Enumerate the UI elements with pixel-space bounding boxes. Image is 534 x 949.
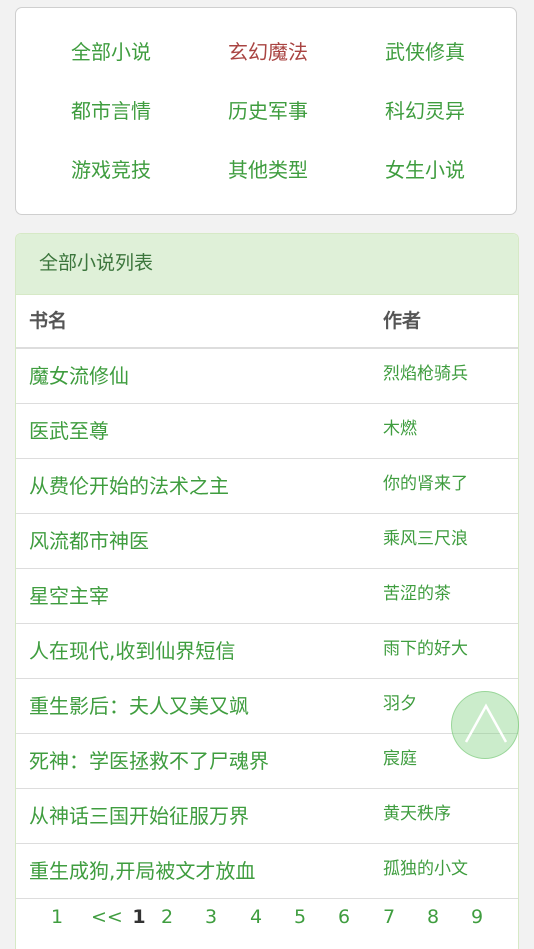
book-title-link[interactable]: 魔女流修仙 bbox=[29, 349, 129, 403]
category-link[interactable]: 游戏竞技 bbox=[32, 156, 190, 184]
category-link[interactable]: 历史军事 bbox=[189, 97, 347, 125]
book-author-link[interactable]: 孤独的小文 bbox=[383, 844, 468, 894]
table-row: 星空主宰 苦涩的茶 bbox=[16, 569, 518, 624]
pagination-page-link[interactable]: 8 bbox=[418, 902, 448, 932]
table-row: 重生影后：夫人又美又飒 羽夕 bbox=[16, 679, 518, 734]
book-title-link[interactable]: 从神话三国开始征服万界 bbox=[29, 789, 249, 843]
book-title-link[interactable]: 重生影后：夫人又美又飒 bbox=[29, 679, 249, 733]
pagination: 1<<1234567891010394 bbox=[16, 902, 518, 949]
category-grid: 全部小说 玄幻魔法 武侠修真都市言情 历史军事 科幻灵异游戏竞技 其他类型 女生小说 bbox=[16, 8, 516, 214]
category-link[interactable]: 全部小说 bbox=[32, 38, 190, 66]
category-link[interactable]: 其他类型 bbox=[189, 156, 347, 184]
chevron-up-icon bbox=[464, 703, 508, 743]
category-link[interactable]: 都市言情 bbox=[32, 97, 190, 125]
table-row: 人在现代,收到仙界短信 雨下的好大 bbox=[16, 624, 518, 679]
table-row: 从神话三国开始征服万界 黄天秩序 bbox=[16, 789, 518, 844]
table-header: 书名 作者 bbox=[16, 295, 518, 349]
pagination-first-link[interactable]: << bbox=[91, 902, 123, 932]
table-body: 魔女流修仙 烈焰枪骑兵医武至尊 木燃从费伦开始的法术之主 你的肾来了风流都市神医 乘风三… bbox=[16, 349, 518, 899]
category-link[interactable]: 玄幻魔法 bbox=[189, 38, 347, 66]
category-link[interactable]: 女生小说 bbox=[346, 156, 504, 184]
book-author-link[interactable]: 木燃 bbox=[383, 404, 417, 454]
category-link[interactable]: 武侠修真 bbox=[346, 38, 504, 66]
book-author-link[interactable]: 苦涩的茶 bbox=[383, 569, 451, 619]
table-row: 风流都市神医 乘风三尺浪 bbox=[16, 514, 518, 569]
pagination-page-link[interactable]: 4 bbox=[241, 902, 271, 932]
book-title-link[interactable]: 星空主宰 bbox=[29, 569, 109, 623]
book-author-link[interactable]: 羽夕 bbox=[383, 679, 417, 729]
novel-list-panel: 全部小说列表 书名 作者 魔女流修仙 烈焰枪骑兵医武至尊 木燃从费伦开始的法术之主 你… bbox=[15, 233, 519, 949]
table-row: 魔女流修仙 烈焰枪骑兵 bbox=[16, 349, 518, 404]
book-title-link[interactable]: 医武至尊 bbox=[29, 404, 109, 458]
pagination-page-link[interactable]: 10394 bbox=[294, 942, 354, 949]
category-panel: 全部小说 玄幻魔法 武侠修真都市言情 历史军事 科幻灵异游戏竞技 其他类型 女生小说 bbox=[15, 7, 517, 215]
book-author-link[interactable]: 烈焰枪骑兵 bbox=[383, 349, 468, 399]
book-title-link[interactable]: 死神：学医拯救不了尸魂界 bbox=[29, 734, 269, 788]
book-title-link[interactable]: 风流都市神医 bbox=[29, 514, 149, 568]
book-author-link[interactable]: 你的肾来了 bbox=[383, 459, 468, 509]
page: 全部小说 玄幻魔法 武侠修真都市言情 历史军事 科幻灵异游戏竞技 其他类型 女生小说 全部小… bbox=[0, 0, 534, 949]
book-author-link[interactable]: 宸庭 bbox=[383, 734, 417, 784]
book-title-link[interactable]: 重生成狗,开局被文才放血 bbox=[29, 844, 255, 898]
pagination-page-link[interactable]: 7 bbox=[374, 902, 404, 932]
book-title-link[interactable]: 从费伦开始的法术之主 bbox=[29, 459, 229, 513]
book-author-link[interactable]: 乘风三尺浪 bbox=[383, 514, 468, 564]
table-row: 死神：学医拯救不了尸魂界 宸庭 bbox=[16, 734, 518, 789]
pagination-page-link[interactable]: 9 bbox=[462, 902, 492, 932]
column-header-title: 书名 bbox=[29, 310, 68, 332]
pagination-page-link[interactable]: 3 bbox=[196, 902, 226, 932]
table-row: 医武至尊 木燃 bbox=[16, 404, 518, 459]
pagination-page-link[interactable]: 1 bbox=[42, 902, 72, 932]
pagination-page-link[interactable]: 1 bbox=[124, 902, 154, 932]
table-row: 重生成狗,开局被文才放血 孤独的小文 bbox=[16, 844, 518, 899]
panel-heading: 全部小说列表 bbox=[16, 234, 518, 295]
pagination-page-link[interactable]: 10 bbox=[184, 942, 208, 949]
book-title-link[interactable]: 人在现代,收到仙界短信 bbox=[29, 624, 235, 678]
back-to-top-button[interactable] bbox=[451, 691, 519, 759]
pagination-page-link[interactable]: 6 bbox=[329, 902, 359, 932]
table-row: 从费伦开始的法术之主 你的肾来了 bbox=[16, 459, 518, 514]
pagination-page-link[interactable]: 2 bbox=[152, 902, 182, 932]
book-author-link[interactable]: 黄天秩序 bbox=[383, 789, 451, 839]
pagination-page-link[interactable]: 5 bbox=[285, 902, 315, 932]
book-author-link[interactable]: 雨下的好大 bbox=[383, 624, 468, 674]
category-link[interactable]: 科幻灵异 bbox=[346, 97, 504, 125]
column-header-author: 作者 bbox=[383, 310, 422, 332]
